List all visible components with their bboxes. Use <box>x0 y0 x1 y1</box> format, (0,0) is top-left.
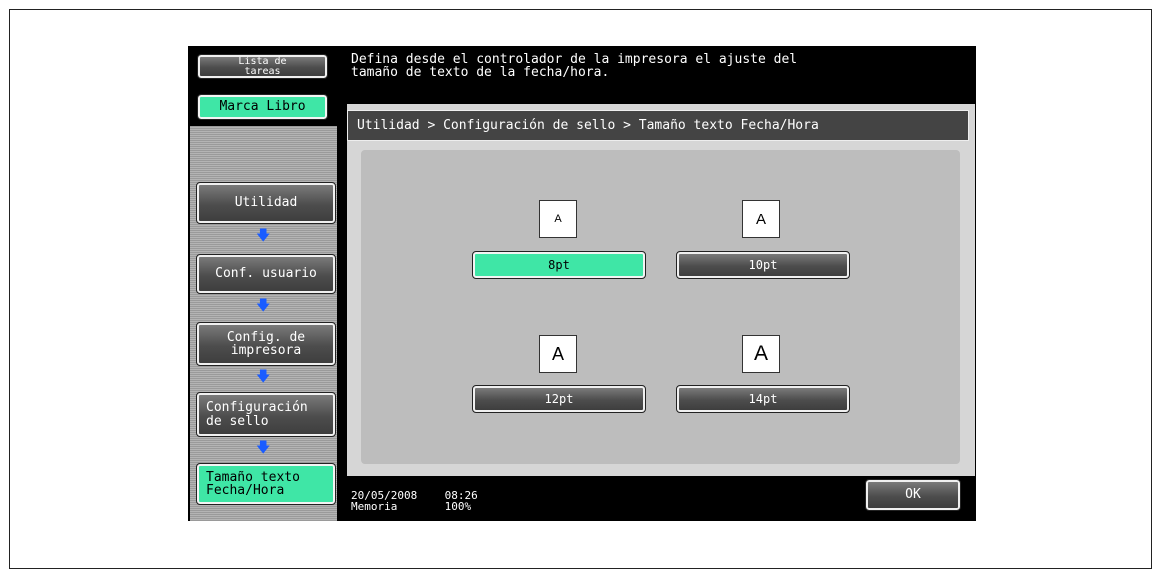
arrow-down-icon: 🡇 <box>256 228 271 244</box>
size-12pt-button[interactable]: 12pt <box>472 385 646 413</box>
size-8pt-label: 8pt <box>548 258 570 272</box>
size-10pt-label: 10pt <box>748 258 778 272</box>
task-list-button[interactable]: Lista de tareas <box>197 54 328 79</box>
sample-12pt-glyph: A <box>551 343 564 364</box>
message-line-2: tamaño de texto de la fecha/hora. <box>351 65 610 80</box>
size-14pt-label: 14pt <box>748 392 778 406</box>
arrow-down-icon: 🡇 <box>256 298 271 314</box>
control-panel-screen: Lista de tareas Marca Libro Utilidad 🡇 C… <box>188 46 976 521</box>
flow-stamp-config-button[interactable]: Configuración de sello <box>196 392 336 437</box>
flow-utility-button[interactable]: Utilidad <box>196 182 336 224</box>
sample-8pt-glyph: A <box>554 213 562 225</box>
memory-label: Memoria <box>351 500 398 513</box>
flow-printer-config-label: Config. de impresora <box>226 330 306 358</box>
instruction-message: Defina desde el controlador de la impres… <box>351 53 797 79</box>
bookmark-label: Marca Libro <box>219 99 306 114</box>
sample-12pt: A <box>539 335 577 373</box>
flow-text-size-label: Tamaño texto Fecha/Hora <box>206 470 300 498</box>
memory-value: 100% <box>444 500 472 513</box>
arrow-down-icon: 🡇 <box>256 440 271 456</box>
flow-utility-label: Utilidad <box>234 195 298 210</box>
flow-printer-config-button[interactable]: Config. de impresora <box>196 322 336 366</box>
sample-14pt-glyph: A <box>753 342 768 365</box>
size-8pt-button[interactable]: 8pt <box>472 251 646 279</box>
flow-stamp-config-label: Configuración de sello <box>206 399 308 429</box>
flow-text-size-button[interactable]: Tamaño texto Fecha/Hora <box>196 463 336 505</box>
task-list-label: Lista de tareas <box>238 55 287 77</box>
flow-user-settings-button[interactable]: Conf. usuario <box>196 254 336 294</box>
size-12pt-label: 12pt <box>544 392 574 406</box>
arrow-down-icon: 🡇 <box>256 369 271 385</box>
size-14pt-button[interactable]: 14pt <box>676 385 850 413</box>
left-panel-hatch <box>190 126 337 169</box>
flow-user-settings-label: Conf. usuario <box>215 266 317 281</box>
sample-10pt-glyph: A <box>755 210 766 228</box>
left-panel: Lista de tareas Marca Libro Utilidad 🡇 C… <box>188 46 340 521</box>
sample-10pt: A <box>742 200 780 238</box>
ok-label: OK <box>905 487 921 502</box>
size-options-panel <box>361 150 960 464</box>
sample-14pt: A <box>742 335 780 373</box>
size-10pt-button[interactable]: 10pt <box>676 251 850 279</box>
ok-button[interactable]: OK <box>865 479 961 511</box>
bookmark-button[interactable]: Marca Libro <box>197 94 328 120</box>
breadcrumb: Utilidad > Configuración de sello > Tama… <box>347 110 969 141</box>
status-bar: 20/05/2008 08:26 Memoria 100% <box>351 490 478 512</box>
sample-8pt: A <box>539 200 577 238</box>
